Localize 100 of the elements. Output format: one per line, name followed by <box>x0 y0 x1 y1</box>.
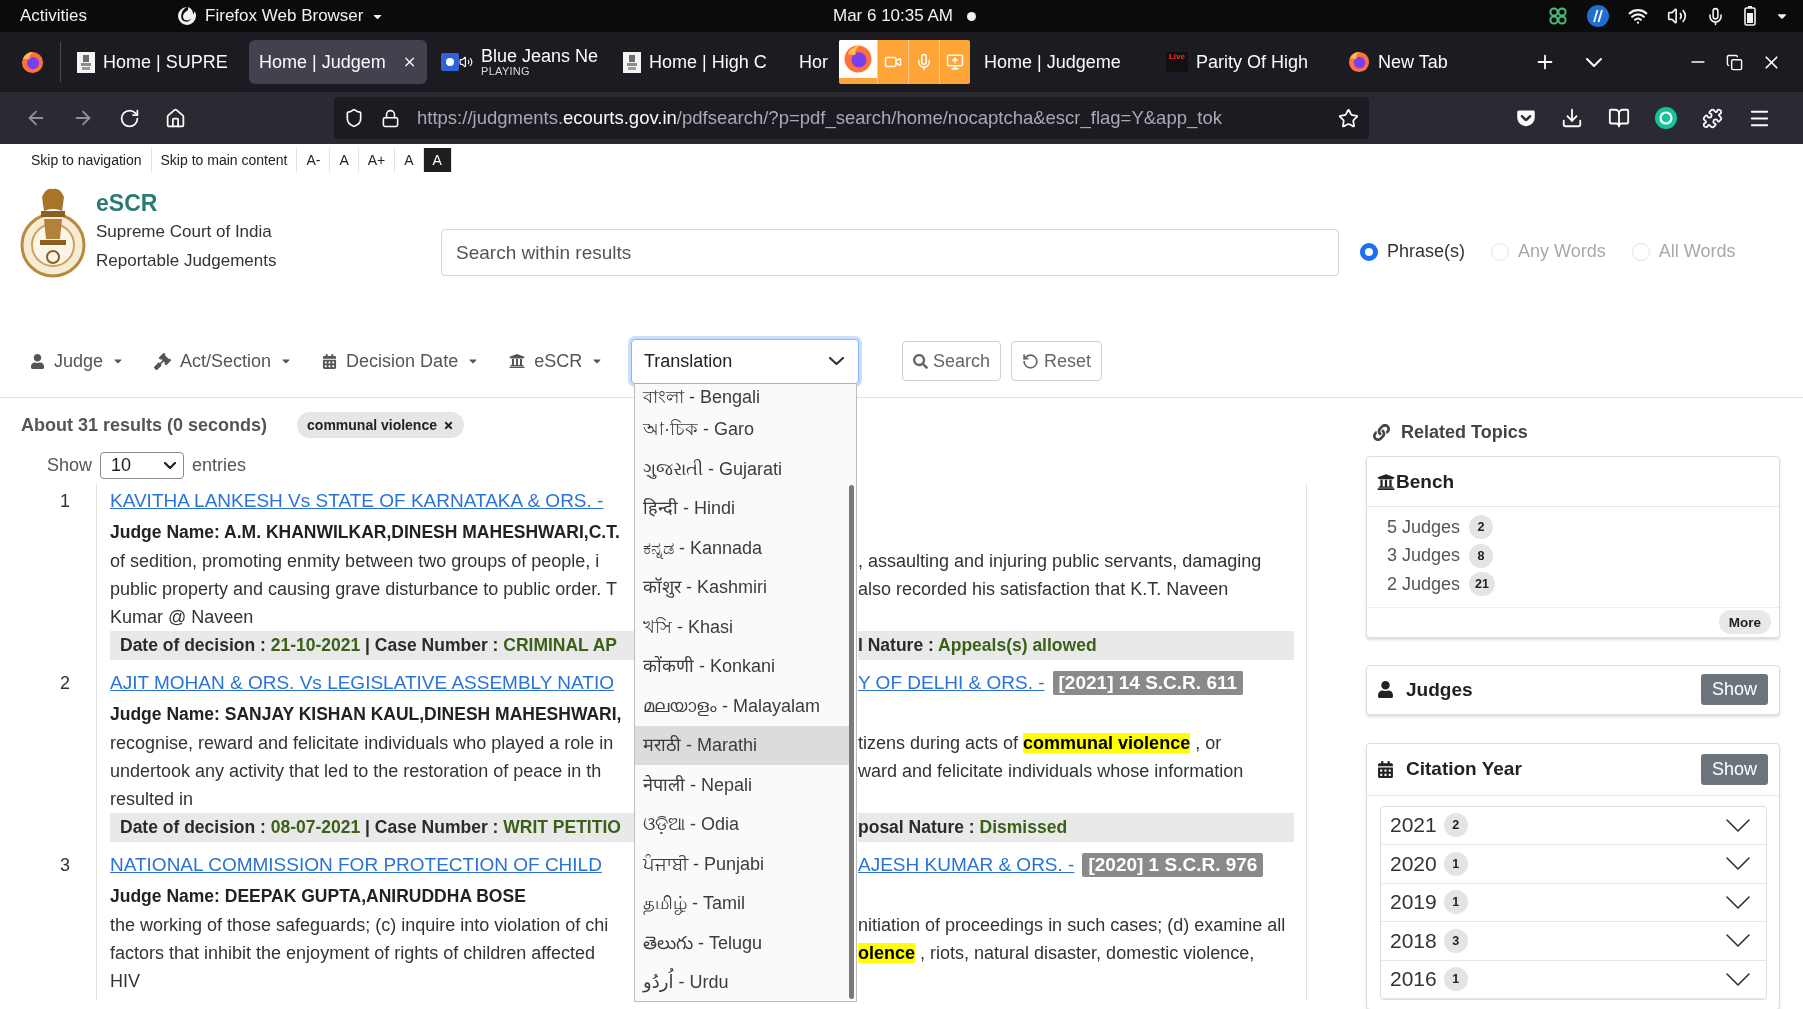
dropdown-option[interactable]: اُردُو - Urdu <box>635 962 850 1002</box>
card-title: Judges <box>1406 678 1473 701</box>
dropdown-option[interactable]: ଓଡ଼ିଆ - Odia <box>635 804 850 844</box>
filter-dropdown[interactable]: Decision Date <box>322 350 480 372</box>
dropdown-option[interactable]: ગુજરાતી - Gujarati <box>635 449 850 489</box>
app-menu[interactable]: Firefox Web Browser <box>177 6 385 26</box>
dropdown-option[interactable]: আ·চিক - Garo <box>635 409 850 449</box>
decision-info-bar: Date of decision : 21-10-2021 | Case Number : CRIMINAL AP <box>110 631 635 660</box>
page-size-select[interactable]: 10 <box>100 451 185 479</box>
gavel-icon <box>154 352 172 370</box>
radio-option[interactable]: Phrase(s) <box>1360 241 1466 262</box>
year-row[interactable]: 2016 1 <box>1381 960 1766 999</box>
show-button[interactable]: Show <box>1700 753 1768 785</box>
action-button[interactable]: Search <box>902 341 1002 381</box>
pocket-icon[interactable] <box>1516 108 1536 128</box>
speaker-icon[interactable] <box>1667 6 1687 26</box>
dropdown-option[interactable]: मराठी - Marathi <box>635 725 850 765</box>
restore-icon[interactable] <box>1726 53 1743 71</box>
activities-button[interactable]: Activities <box>20 6 88 26</box>
scrollbar[interactable] <box>849 484 854 999</box>
filter-dropdown[interactable]: Judge <box>30 350 125 372</box>
entries-label: entries <box>192 454 247 476</box>
address-field[interactable]: https://judgments.ecourts.gov.in/pdfsearch/?p=pdf_search/home/nocaptcha&escr_flag=Y&app_tok <box>334 97 1369 139</box>
decision-info-bar: l Nature : Appeals(s) allowed <box>858 631 1294 660</box>
translation-select[interactable]: Translation <box>631 338 859 384</box>
clover-icon[interactable] <box>1548 6 1568 26</box>
case-title-link[interactable]: NATIONAL COMMISSION FOR PROTECTION OF CHILD <box>110 854 602 876</box>
filter-dropdown[interactable]: eSCR <box>509 350 604 372</box>
close-icon[interactable] <box>443 419 454 431</box>
browser-tab[interactable]: Home | Judgeme <box>974 40 1152 84</box>
citation-badge: [2021] 14 S.C.R. 611 <box>1052 671 1244 695</box>
year-row[interactable]: 2021 2 <box>1381 806 1766 845</box>
snippet-text: recognise, reward and felicitate individuals who played a role in <box>110 732 614 754</box>
dropdown-option[interactable]: বাংলা - Bengali <box>635 383 850 410</box>
download-icon[interactable] <box>1561 107 1583 129</box>
playing-label: PLAYING <box>481 65 531 78</box>
judge-names: Judge Name: DEEPAK GUPTA,ANIRUDDHA BOSE <box>110 885 526 907</box>
dropdown-option[interactable]: हिन्दी - Hindi <box>635 488 850 528</box>
dropdown-option[interactable]: ਪੰਜਾਬੀ - Punjabi <box>635 844 850 884</box>
year-row[interactable]: 2018 3 <box>1381 922 1766 961</box>
browser-logo-icon[interactable] <box>21 50 44 74</box>
query-chip[interactable]: communal violence <box>297 412 464 438</box>
extensions-icon[interactable] <box>1702 107 1723 129</box>
clock-text[interactable]: Mar 6 10:35 AM <box>833 6 953 26</box>
bench-option[interactable]: 3 Judges <box>1387 545 1461 567</box>
case-title-link[interactable]: AJIT MOHAN & ORS. Vs LEGISLATIVE ASSEMBLY NATIO <box>110 672 614 694</box>
star-icon[interactable] <box>1338 107 1359 129</box>
browser-tab[interactable]: New Tab <box>1338 40 1516 84</box>
dropdown-option[interactable]: कोंकणी - Konkani <box>635 646 850 686</box>
dropdown-option[interactable]: कॉशुर - Kashmiri <box>635 567 850 607</box>
action-button[interactable]: Reset <box>1011 341 1103 381</box>
browser-tab[interactable]: Hor <box>795 40 835 84</box>
dropdown-option[interactable]: മലയാളം - Malayalam <box>635 686 850 726</box>
browser-tab[interactable]: Live Parity Of High <box>1156 40 1334 84</box>
dropdown-option[interactable]: ಕನ್ನಡ - Kannada <box>635 528 850 568</box>
case-title-link[interactable]: Y OF DELHI & ORS. - <box>858 672 1045 694</box>
more-button[interactable]: More <box>1718 610 1771 634</box>
battery-icon[interactable] <box>1744 6 1756 26</box>
app-logo-icon <box>177 6 198 26</box>
snippet-text: public property and causing grave disturbance to public order. T <box>110 578 617 600</box>
lock-icon[interactable] <box>381 108 400 128</box>
search-field[interactable]: Search within results <box>441 229 1339 276</box>
dropdown-option[interactable]: தமிழ் - Tamil <box>635 883 850 923</box>
browser-tab[interactable]: Home | Judgem <box>249 40 427 84</box>
logo-disc-icon[interactable] <box>1587 5 1609 27</box>
reader-view-icon[interactable] <box>1608 107 1630 129</box>
dropdown-option[interactable]: తెలుగు - Telugu <box>635 923 850 963</box>
site-subtitle: Reportable Judgements <box>96 250 277 272</box>
show-label: Show <box>47 454 93 476</box>
browser-tab[interactable]: Blue Jeans Ne PLAYING <box>431 40 609 84</box>
case-title-link[interactable]: KAVITHA LANKESH Vs STATE OF KARNATAKA & ORS. - <box>110 490 604 512</box>
year-row[interactable]: 2020 1 <box>1381 845 1766 884</box>
chevron-down-icon[interactable] <box>1586 57 1602 67</box>
bench-option[interactable]: 2 Judges <box>1387 573 1461 595</box>
browser-tab[interactable]: Home | High C <box>613 40 791 84</box>
dropdown-option[interactable]: नेपाली - Nepali <box>635 765 850 805</box>
screen-share-icon <box>946 53 964 71</box>
snippet-text: undertook any activity that led to the restoration of peace in th <box>110 760 602 782</box>
sharing-indicator[interactable] <box>839 40 970 84</box>
microphone-icon[interactable] <box>1706 6 1725 26</box>
case-title-link[interactable]: AJESH KUMAR & ORS. - <box>858 854 1075 876</box>
dropdown-option[interactable]: খসি - Khasi <box>635 607 850 647</box>
bank-icon <box>509 353 526 369</box>
skip-link[interactable]: A <box>423 148 452 172</box>
extension-logo-icon[interactable] <box>1655 107 1677 129</box>
browser-tab[interactable]: Home | SUPRE <box>67 40 245 84</box>
bench-option[interactable]: 5 Judges <box>1387 516 1461 538</box>
home-icon[interactable] <box>165 107 186 129</box>
wifi-icon[interactable] <box>1628 6 1648 26</box>
reload-icon[interactable] <box>119 107 140 129</box>
radio-button[interactable] <box>1360 242 1378 261</box>
count-badge: 2 <box>1443 813 1468 838</box>
snippet-text: , assaulting and injuring public servants, damaging <box>858 550 1262 572</box>
calendar-icon <box>1377 760 1394 778</box>
filter-dropdown[interactable]: Act/Section <box>154 350 293 372</box>
snippet-text: also recorded his satisfaction that K.T. Naveen <box>858 578 1229 600</box>
show-button[interactable]: Show <box>1700 674 1768 705</box>
shield-icon[interactable] <box>344 108 364 128</box>
count-badge: 2 <box>1469 515 1494 540</box>
year-row[interactable]: 2019 1 <box>1381 883 1766 922</box>
